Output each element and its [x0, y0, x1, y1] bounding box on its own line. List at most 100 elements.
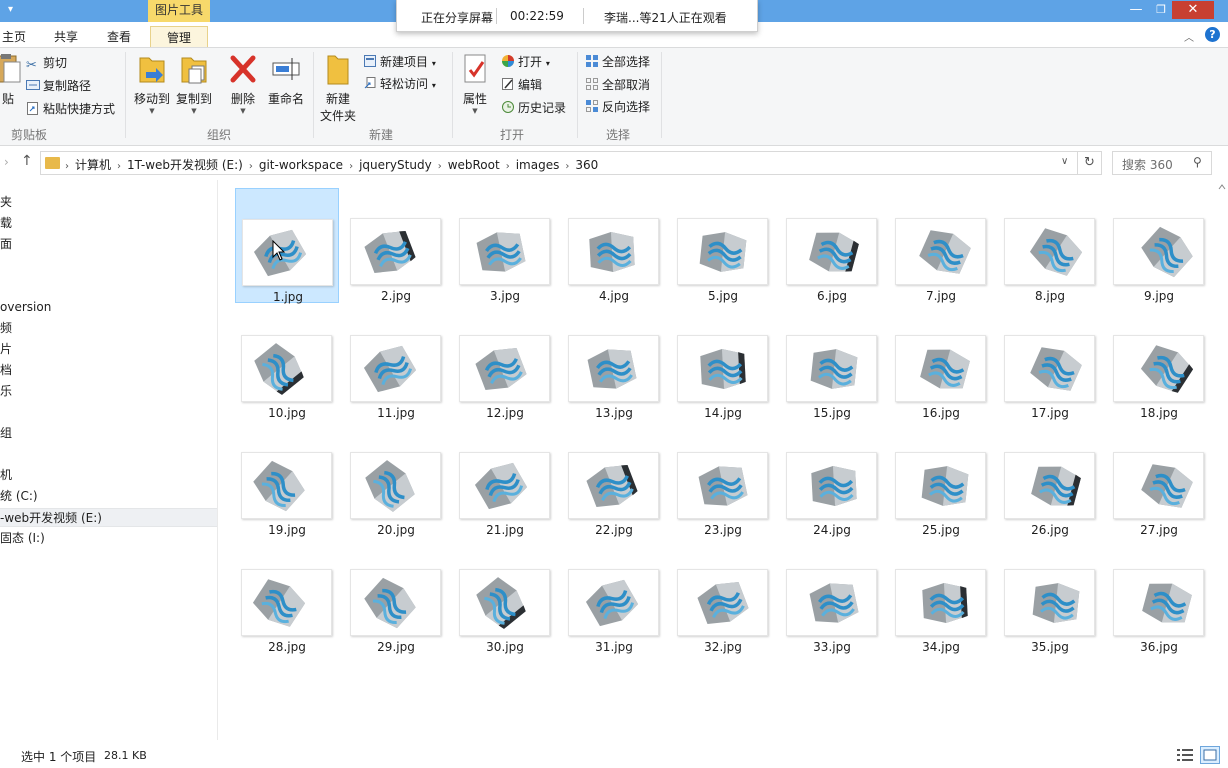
breadcrumb-item[interactable]: webRoot — [448, 158, 500, 172]
copy-path-button[interactable]: 复制路径 — [26, 76, 91, 96]
file-item[interactable]: 29.jpg — [344, 539, 448, 654]
file-item[interactable]: 8.jpg — [998, 188, 1102, 303]
file-item[interactable]: 31.jpg — [562, 539, 666, 654]
nav-item[interactable]: 乐 — [0, 382, 217, 401]
nav-item[interactable]: 组 — [0, 424, 217, 443]
open-button[interactable]: 打开 ▾ — [501, 52, 550, 72]
tab-manage[interactable]: 管理 — [150, 26, 208, 47]
file-item[interactable]: 20.jpg — [344, 422, 448, 537]
file-item[interactable]: 2.jpg — [344, 188, 448, 303]
nav-item[interactable]: 夹 — [0, 193, 217, 212]
file-item[interactable]: 21.jpg — [453, 422, 557, 537]
file-item[interactable]: 30.jpg — [453, 539, 557, 654]
details-view-icon[interactable] — [1176, 747, 1194, 763]
breadcrumb-item[interactable]: git-workspace — [259, 158, 343, 172]
quick-access-dropdown-icon[interactable]: ▾ — [8, 4, 13, 15]
file-item[interactable]: 33.jpg — [780, 539, 884, 654]
nav-item[interactable]: -web开发视频 (E:) — [0, 508, 217, 527]
breadcrumb-separator-icon[interactable]: › — [438, 161, 442, 172]
nav-item[interactable]: 片 — [0, 340, 217, 359]
tab-share[interactable]: 共享 — [54, 28, 78, 45]
file-item[interactable]: 28.jpg — [235, 539, 339, 654]
nav-item[interactable]: oversion — [0, 298, 217, 317]
file-item[interactable]: 1.jpg — [235, 188, 339, 304]
breadcrumb-item[interactable]: 1T-web开发视频 (E:) — [127, 158, 243, 172]
large-icons-view-button[interactable] — [1200, 746, 1220, 764]
file-item[interactable]: 5.jpg — [671, 188, 775, 303]
nav-item[interactable]: 机 — [0, 466, 217, 485]
file-item[interactable]: 19.jpg — [235, 422, 339, 537]
cut-button[interactable]: ✂ 剪切 — [26, 53, 67, 73]
file-item[interactable]: 10.jpg — [235, 305, 339, 420]
breadcrumb-separator-icon[interactable]: › — [565, 161, 569, 172]
file-item[interactable]: 25.jpg — [889, 422, 993, 537]
nav-item[interactable]: 档 — [0, 361, 217, 380]
maximize-button[interactable]: ❐ — [1150, 1, 1172, 19]
breadcrumb-separator-icon[interactable]: › — [506, 161, 510, 172]
history-button[interactable]: 历史记录 — [501, 98, 566, 118]
invert-selection-button[interactable]: 反向选择 — [585, 97, 650, 117]
file-item[interactable]: 6.jpg — [780, 188, 884, 303]
file-item[interactable]: 27.jpg — [1107, 422, 1211, 537]
nav-item[interactable]: 频 — [0, 319, 217, 338]
chevron-up-icon[interactable]: ︿ — [1184, 29, 1194, 44]
chevron-down-icon[interactable]: ∨ — [1061, 156, 1068, 167]
breadcrumb-separator-icon[interactable]: › — [249, 161, 253, 172]
properties-button[interactable]: 属性 ▼ — [458, 52, 492, 115]
up-arrow-icon[interactable]: ↑ — [21, 153, 33, 169]
breadcrumb-separator-icon[interactable]: › — [65, 161, 69, 172]
vertical-scrollbar[interactable] — [1216, 180, 1228, 740]
search-input[interactable]: 搜索 360 ⚲ — [1112, 151, 1212, 175]
copy-to-button[interactable]: 复制到 ▼ — [174, 52, 214, 115]
breadcrumb-item[interactable]: jqueryStudy — [359, 158, 432, 172]
breadcrumb-item[interactable]: 计算机 — [75, 158, 111, 172]
file-item[interactable]: 16.jpg — [889, 305, 993, 420]
file-item[interactable]: 15.jpg — [780, 305, 884, 420]
file-item[interactable]: 11.jpg — [344, 305, 448, 420]
file-item[interactable]: 36.jpg — [1107, 539, 1211, 654]
file-item[interactable]: 35.jpg — [998, 539, 1102, 654]
easy-access-button[interactable]: 轻松访问 ▾ — [363, 74, 436, 94]
file-item[interactable]: 17.jpg — [998, 305, 1102, 420]
edit-button[interactable]: 编辑 — [501, 75, 542, 95]
paste-shortcut-button[interactable]: 粘贴快捷方式 — [26, 99, 115, 119]
help-icon[interactable]: ? — [1205, 27, 1220, 42]
refresh-button[interactable]: ↻ — [1078, 151, 1102, 175]
search-icon[interactable]: ⚲ — [1193, 155, 1202, 169]
file-item[interactable]: 32.jpg — [671, 539, 775, 654]
file-item[interactable]: 34.jpg — [889, 539, 993, 654]
tab-home[interactable]: 主页 — [2, 28, 26, 45]
paste-button[interactable]: 贴 — [0, 52, 24, 107]
file-item[interactable]: 18.jpg — [1107, 305, 1211, 420]
breadcrumb-item[interactable]: images — [516, 158, 560, 172]
breadcrumb-item[interactable]: 360 — [575, 158, 598, 172]
delete-button[interactable]: 删除 ▼ — [226, 52, 260, 115]
file-item[interactable]: 4.jpg — [562, 188, 666, 303]
file-item[interactable]: 24.jpg — [780, 422, 884, 537]
select-none-button[interactable]: 全部取消 — [585, 75, 650, 95]
nav-item[interactable]: 面 — [0, 235, 217, 254]
file-item[interactable]: 14.jpg — [671, 305, 775, 420]
back-arrow-icon[interactable]: › — [4, 155, 9, 169]
scroll-up-icon[interactable] — [1216, 182, 1228, 192]
rename-button[interactable]: 重命名 — [266, 52, 306, 107]
breadcrumb-separator-icon[interactable]: › — [349, 161, 353, 172]
select-all-button[interactable]: 全部选择 — [585, 52, 650, 72]
breadcrumb-separator-icon[interactable]: › — [117, 161, 121, 172]
file-item[interactable]: 22.jpg — [562, 422, 666, 537]
close-button[interactable]: ✕ — [1172, 1, 1214, 19]
file-item[interactable]: 26.jpg — [998, 422, 1102, 537]
file-item[interactable]: 7.jpg — [889, 188, 993, 303]
address-bar[interactable]: › 计算机 › 1T-web开发视频 (E:) › git-workspace › jquer… — [40, 151, 1078, 175]
file-item[interactable]: 3.jpg — [453, 188, 557, 303]
file-item[interactable]: 23.jpg — [671, 422, 775, 537]
nav-item[interactable]: 载 — [0, 214, 217, 233]
tab-view[interactable]: 查看 — [107, 28, 131, 45]
new-folder-button[interactable]: 新建 文件夹 — [318, 52, 358, 124]
nav-item[interactable]: 固态 (I:) — [0, 529, 217, 548]
nav-item[interactable]: 统 (C:) — [0, 487, 217, 506]
file-item[interactable]: 9.jpg — [1107, 188, 1211, 303]
minimize-button[interactable]: — — [1125, 1, 1147, 19]
file-item[interactable]: 13.jpg — [562, 305, 666, 420]
file-item[interactable]: 12.jpg — [453, 305, 557, 420]
